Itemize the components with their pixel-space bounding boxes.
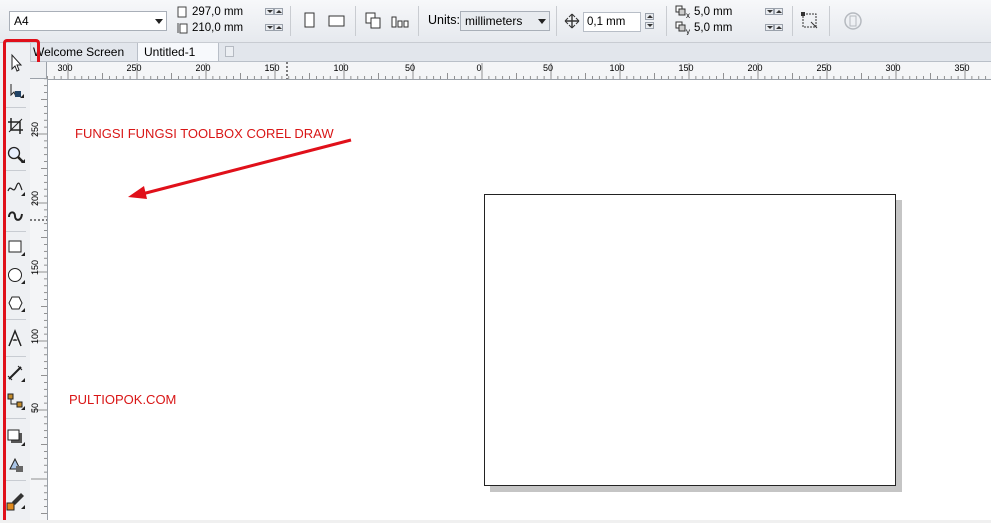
ruler-label: 150 — [30, 260, 40, 275]
dup-y-spin-down[interactable] — [765, 24, 774, 31]
page-height-field[interactable]: 210,0 mm — [189, 21, 263, 37]
page-width-icon — [176, 6, 188, 18]
paper-size-value: A4 — [14, 14, 29, 28]
nudge-spin-down[interactable] — [645, 22, 654, 29]
separator — [418, 6, 419, 36]
svg-text:y: y — [686, 27, 690, 35]
nudge-field[interactable]: 0,1 mm — [583, 12, 641, 32]
new-tab-button[interactable] — [225, 46, 234, 57]
ruler-label: 50 — [543, 63, 553, 73]
ruler-label: 100 — [30, 329, 40, 344]
ruler-label: 250 — [817, 63, 832, 73]
duplicate-x-value: 5,0 mm — [694, 6, 733, 18]
chevron-down-icon — [155, 19, 163, 24]
annotation-site: PULTIOPOK.COM — [69, 392, 177, 407]
tab-welcome-screen[interactable]: Welcome Screen — [27, 43, 135, 61]
duplicate-y-field[interactable]: 5,0 mm — [691, 21, 763, 37]
dup-x-spin-down[interactable] — [765, 8, 774, 15]
document-page[interactable] — [484, 194, 896, 486]
ruler-label: 150 — [265, 63, 280, 73]
chevron-down-icon — [538, 19, 546, 24]
landscape-button[interactable] — [326, 10, 348, 32]
tab-label: Untitled-1 — [144, 45, 196, 59]
vertical-ruler[interactable]: 250 200 150 100 50 — [30, 64, 48, 520]
height-spin-up[interactable] — [274, 24, 283, 31]
units-label: Units: — [428, 13, 460, 27]
current-page-icon — [391, 16, 409, 28]
separator — [666, 6, 667, 36]
separator — [792, 6, 793, 36]
wireframe-button[interactable] — [842, 10, 864, 32]
duplicate-x-icon: x — [675, 5, 691, 20]
ruler-label: 50 — [30, 403, 40, 413]
units-value: millimeters — [465, 14, 523, 28]
tab-label: Welcome Screen — [33, 45, 125, 59]
ruler-label: 0 — [477, 63, 482, 73]
duplicate-y-value: 5,0 mm — [694, 22, 733, 34]
nudge-icon — [564, 13, 580, 29]
height-spin-down[interactable] — [265, 24, 274, 31]
ruler-label: 250 — [30, 122, 40, 137]
landscape-icon — [328, 15, 345, 27]
horizontal-ruler[interactable]: 300 250 200 150 100 50 0 50 100 150 200 250 300 350 — [5, 62, 991, 80]
separator — [829, 6, 830, 36]
units-select[interactable]: millimeters — [460, 11, 550, 31]
all-pages-button[interactable] — [363, 10, 385, 32]
separator — [556, 6, 557, 36]
ruler-label: 250 — [127, 63, 142, 73]
ruler-label: 300 — [886, 63, 901, 73]
vertical-ruler-ticks: 250 200 150 100 50 — [30, 64, 47, 514]
nudge-spin-up[interactable] — [645, 13, 654, 20]
ruler-label: 350 — [955, 63, 970, 73]
duplicate-y-icon: y — [675, 21, 691, 36]
paper-size-select[interactable]: A4 — [9, 11, 167, 31]
page-width-field[interactable]: 297,0 mm — [189, 5, 263, 21]
horizontal-ruler-ticks: 300 250 200 150 100 50 0 50 100 150 200 250 300 350 — [5, 62, 987, 79]
page-height-value: 210,0 mm — [192, 22, 244, 34]
separator — [355, 6, 356, 36]
portrait-icon — [304, 12, 315, 28]
current-page-button[interactable] — [390, 10, 412, 32]
ruler-label: 150 — [679, 63, 694, 73]
ruler-label: 100 — [334, 63, 349, 73]
ruler-origin[interactable] — [30, 62, 47, 79]
width-spin-up[interactable] — [274, 8, 283, 15]
portrait-button[interactable] — [299, 10, 321, 32]
annotation-arrow — [128, 138, 352, 199]
wireframe-icon — [844, 12, 862, 30]
treat-as-filled-icon — [801, 12, 818, 29]
ruler-label: 200 — [196, 63, 211, 73]
ruler-label: 100 — [610, 63, 625, 73]
ruler-label: 200 — [30, 191, 40, 206]
width-spin-down[interactable] — [265, 8, 274, 15]
svg-text:x: x — [686, 11, 690, 19]
dup-x-spin-up[interactable] — [774, 8, 783, 15]
ruler-label: 200 — [748, 63, 763, 73]
ruler-label: 300 — [58, 63, 73, 73]
document-tabs: Welcome Screen Untitled-1 — [0, 43, 991, 62]
page-height-icon — [176, 22, 188, 34]
separator — [290, 6, 291, 36]
tab-untitled-1[interactable]: Untitled-1 — [137, 43, 219, 61]
duplicate-x-field[interactable]: 5,0 mm — [691, 5, 763, 21]
dup-y-spin-up[interactable] — [774, 24, 783, 31]
property-bar: A4 297,0 mm 210,0 mm Units: millimeters — [0, 0, 991, 43]
treat-as-filled-button[interactable] — [799, 10, 821, 32]
nudge-value: 0,1 mm — [587, 16, 626, 28]
ruler-label: 50 — [405, 63, 415, 73]
page-width-value: 297,0 mm — [192, 6, 244, 18]
all-pages-icon — [365, 12, 381, 29]
